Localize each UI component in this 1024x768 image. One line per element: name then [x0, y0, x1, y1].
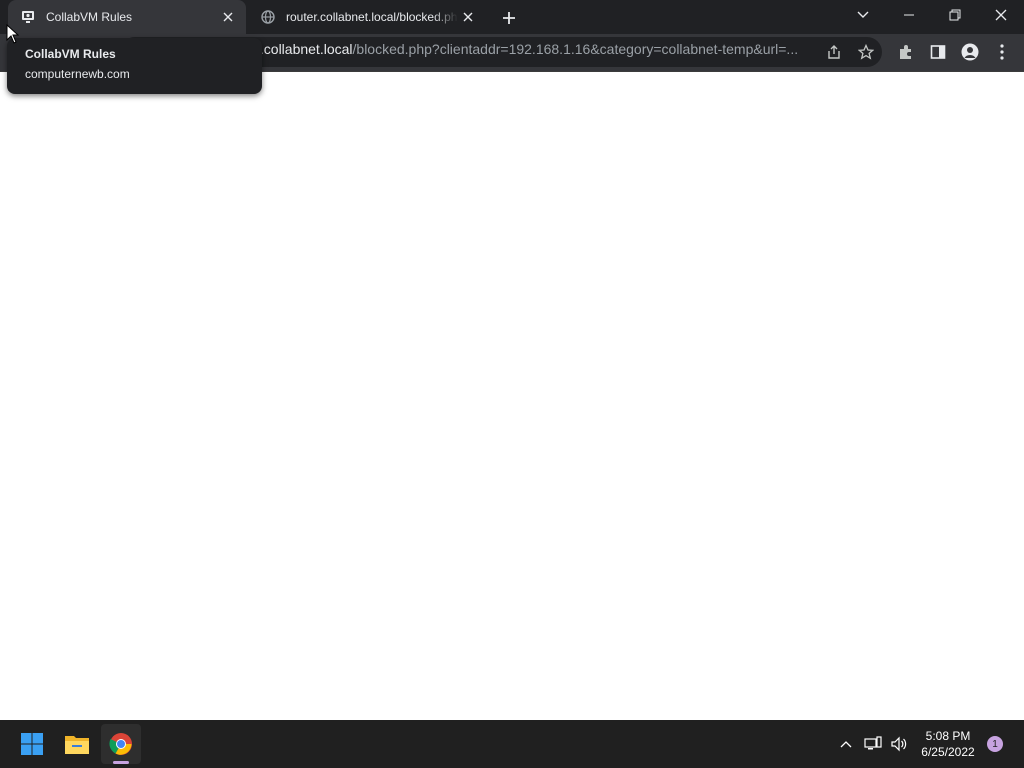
restore-button[interactable] — [932, 0, 978, 30]
clock-date: 6/25/2022 — [921, 745, 975, 759]
collabvm-favicon-icon — [20, 9, 36, 25]
windows-taskbar — [0, 720, 1024, 768]
tab-title: router.collabnet.local/blocked.php — [286, 10, 458, 24]
tab-router-blocked[interactable]: router.collabnet.local/blocked.php — [248, 0, 486, 34]
start-icon — [21, 733, 43, 755]
volume-icon[interactable] — [888, 720, 910, 768]
clock-time: 5:08 PM — [925, 729, 971, 743]
profile-avatar-icon[interactable] — [958, 40, 982, 64]
close-tab-icon[interactable] — [220, 9, 236, 25]
address-url[interactable]: r.collabnet.local/blocked.php?clientaddr… — [256, 41, 798, 57]
show-hidden-icons-button[interactable] — [836, 720, 856, 768]
taskbar-clock[interactable]: 5:08 PM 6/25/2022 — [918, 728, 978, 760]
chrome-taskbar-button[interactable] — [101, 724, 141, 764]
share-icon[interactable] — [822, 40, 846, 64]
active-app-indicator — [113, 761, 129, 764]
mouse-cursor-icon — [6, 23, 20, 49]
tab-title: CollabVM Rules — [46, 10, 133, 24]
chevron-up-icon — [840, 741, 852, 748]
file-explorer-button[interactable] — [57, 724, 97, 764]
notification-badge[interactable]: 1 — [987, 736, 1003, 752]
hover-card-title: CollabVM Rules — [25, 47, 116, 61]
tab-search-button[interactable] — [840, 0, 886, 30]
url-path: /blocked.php?clientaddr=192.168.1.16&cat… — [352, 41, 799, 57]
extensions-puzzle-icon[interactable] — [894, 40, 918, 64]
network-icon[interactable] — [862, 720, 884, 768]
close-tab-icon[interactable] — [460, 9, 476, 25]
globe-icon — [260, 9, 276, 25]
hover-card-domain: computernewb.com — [25, 67, 130, 81]
tab-collabvm-rules[interactable]: CollabVM Rules — [8, 0, 246, 34]
chrome-icon — [109, 733, 132, 755]
side-panel-icon[interactable] — [926, 40, 950, 64]
menu-kebab-icon[interactable] — [990, 40, 1014, 64]
file-explorer-icon — [65, 736, 89, 754]
url-host: r.collabnet.local — [256, 41, 353, 57]
browser-tabstrip: CollabVM Rules router.collabnet.local/bl… — [0, 0, 1024, 34]
minimize-button[interactable] — [886, 0, 932, 30]
tab-hover-card: CollabVM Rules computernewb.com — [7, 38, 262, 94]
new-tab-button[interactable] — [498, 7, 520, 29]
start-button[interactable] — [12, 724, 52, 764]
close-window-button[interactable] — [978, 0, 1024, 30]
bookmark-star-icon[interactable] — [854, 40, 878, 64]
